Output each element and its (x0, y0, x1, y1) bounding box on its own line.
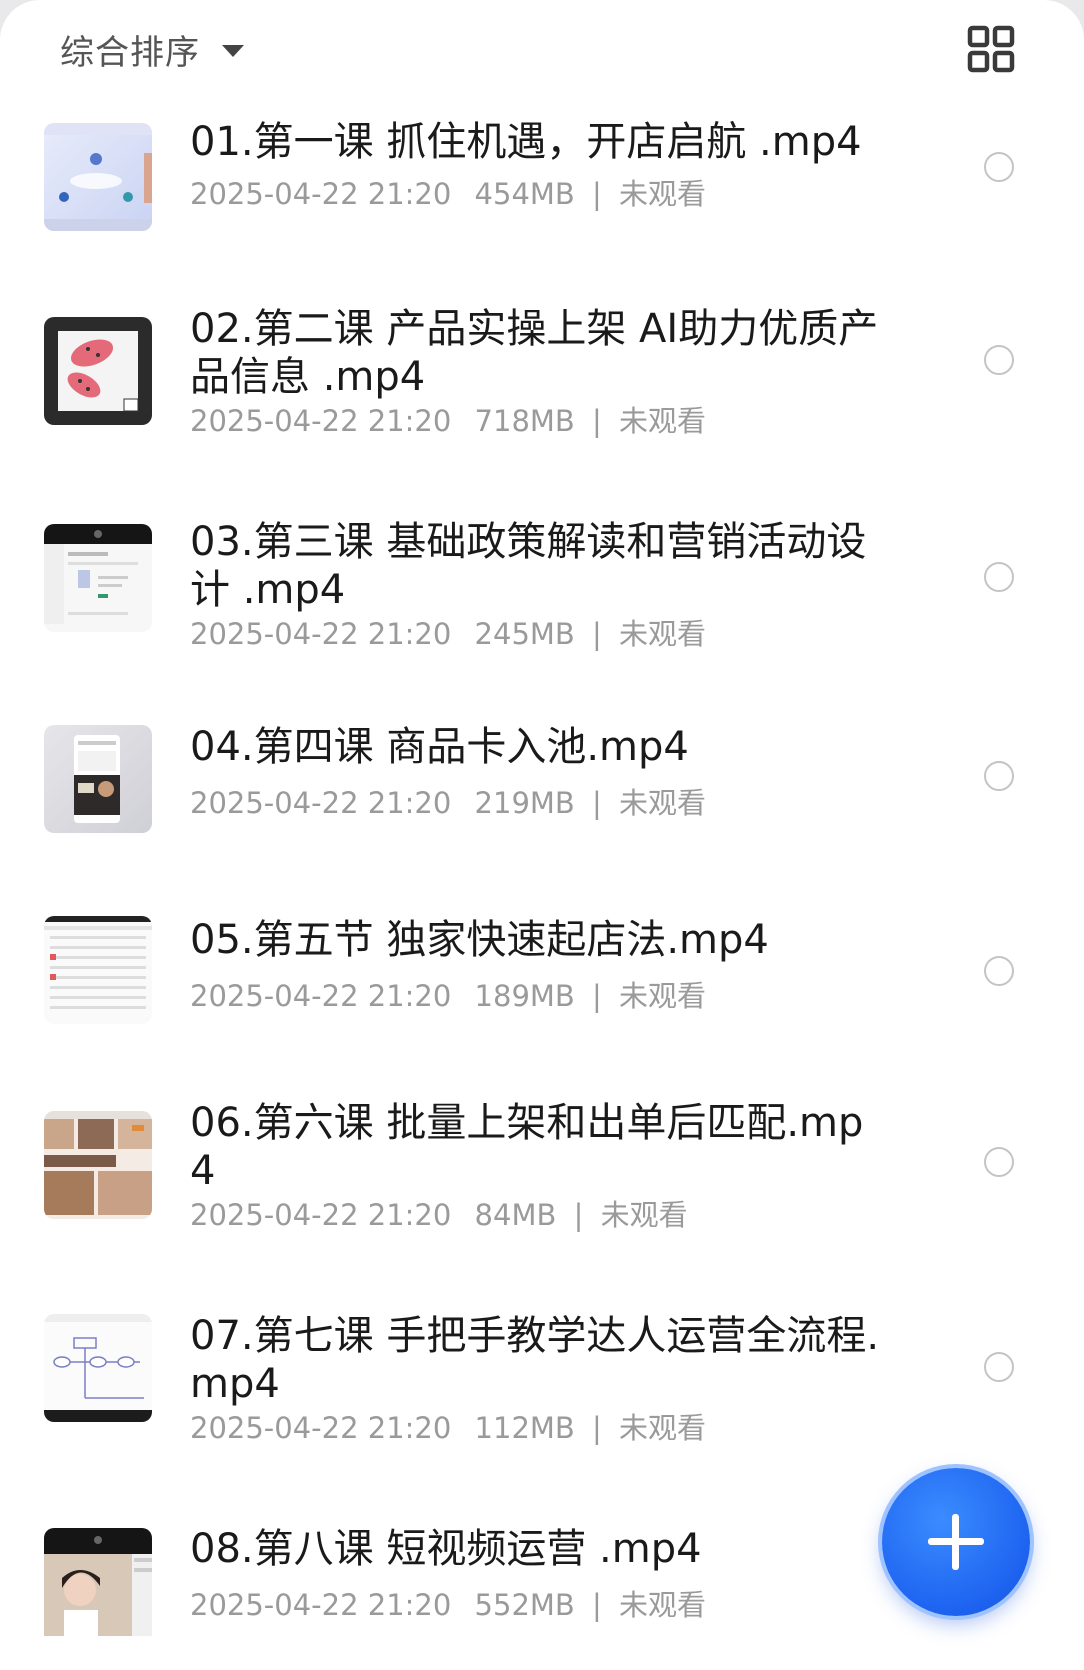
video-size: 454MB (474, 177, 575, 211)
video-title: 07.第七课 手把手教学达人运营全流程.mp4 (190, 1313, 880, 1407)
video-date: 2025-04-22 21:20 (190, 404, 452, 438)
meta-separator: | (592, 404, 602, 438)
meta-separator: | (592, 177, 602, 211)
video-size: 245MB (474, 617, 575, 651)
video-date: 2025-04-22 21:20 (190, 1588, 452, 1622)
video-meta: 2025-04-22 21:20 84MB | 未观看 (190, 1197, 688, 1233)
plus-icon (952, 1514, 959, 1570)
video-date: 2025-04-22 21:20 (190, 617, 452, 651)
video-title: 01.第一课 抓住机遇，开店启航 .mp4 (190, 119, 862, 165)
list-item[interactable]: 02.第二课 产品实操上架 AI助力优质产品信息 .mp4 2025-04-22… (0, 305, 1084, 518)
meta-separator: | (592, 1411, 602, 1445)
list-item[interactable]: 06.第六课 批量上架和出单后匹配.mp4 2025-04-22 21:20 8… (0, 1099, 1084, 1312)
video-meta: 2025-04-22 21:20 219MB | 未观看 (190, 785, 706, 821)
add-button[interactable] (882, 1468, 1030, 1616)
grid-view-icon[interactable] (966, 24, 1016, 74)
video-size: 112MB (474, 1411, 575, 1445)
video-size: 219MB (474, 786, 575, 820)
video-thumbnail (44, 916, 152, 1024)
video-list: 01.第一课 抓住机遇，开店启航 .mp4 2025-04-22 21:20 4… (0, 100, 1084, 1670)
video-meta: 2025-04-22 21:20 189MB | 未观看 (190, 978, 706, 1014)
list-header: 综合排序 (0, 0, 1084, 100)
video-status: 未观看 (619, 786, 707, 820)
select-radio[interactable] (984, 956, 1014, 986)
video-status: 未观看 (619, 177, 707, 211)
video-meta: 2025-04-22 21:20 112MB | 未观看 (190, 1410, 706, 1446)
video-status: 未观看 (619, 404, 707, 438)
sort-dropdown[interactable]: 综合排序 (60, 24, 244, 74)
video-title: 08.第八课 短视频运营 .mp4 (190, 1526, 702, 1572)
video-thumbnail (44, 317, 152, 425)
video-thumbnail (44, 1314, 152, 1422)
list-item[interactable]: 03.第三课 基础政策解读和营销活动设计 .mp4 2025-04-22 21:… (0, 518, 1084, 723)
list-item[interactable]: 05.第五节 独家快速起店法.mp4 2025-04-22 21:20 189M… (0, 916, 1084, 1099)
video-meta: 2025-04-22 21:20 718MB | 未观看 (190, 403, 706, 439)
select-radio[interactable] (984, 1147, 1014, 1177)
caret-down-icon (222, 45, 244, 57)
video-size: 189MB (474, 979, 575, 1013)
meta-separator: | (573, 1198, 584, 1232)
video-thumbnail (44, 524, 152, 632)
video-date: 2025-04-22 21:20 (190, 786, 452, 820)
video-date: 2025-04-22 21:20 (190, 177, 452, 211)
video-meta: 2025-04-22 21:20 552MB | 未观看 (190, 1587, 706, 1623)
video-date: 2025-04-22 21:20 (190, 1198, 452, 1232)
select-radio[interactable] (984, 761, 1014, 791)
meta-separator: | (592, 786, 602, 820)
video-thumbnail (44, 123, 152, 231)
video-title: 02.第二课 产品实操上架 AI助力优质产品信息 .mp4 (190, 306, 879, 400)
video-thumbnail (44, 725, 152, 833)
sort-label: 综合排序 (60, 32, 200, 73)
select-radio[interactable] (984, 152, 1014, 182)
meta-separator: | (592, 1588, 602, 1622)
video-status: 未观看 (619, 1588, 707, 1622)
select-radio[interactable] (984, 345, 1014, 375)
video-title: 03.第三课 基础政策解读和营销活动设计 .mp4 (190, 519, 867, 613)
video-status: 未观看 (600, 1198, 688, 1232)
video-thumbnail (44, 1111, 152, 1219)
video-date: 2025-04-22 21:20 (190, 1411, 452, 1445)
video-title: 04.第四课 商品卡入池.mp4 (190, 724, 689, 770)
video-date: 2025-04-22 21:20 (190, 979, 452, 1013)
file-list-panel: 综合排序 01.第一课 抓住机遇，开店启航 .mp4 2025-04-22 21… (0, 0, 1084, 1670)
video-status: 未观看 (619, 1411, 707, 1445)
select-radio[interactable] (984, 1352, 1014, 1382)
list-item[interactable]: 04.第四课 商品卡入池.mp4 2025-04-22 21:20 219MB … (0, 723, 1084, 916)
video-meta: 2025-04-22 21:20 454MB | 未观看 (190, 176, 706, 212)
video-title: 06.第六课 批量上架和出单后匹配.mp4 (190, 1100, 864, 1194)
list-item[interactable]: 01.第一课 抓住机遇，开店启航 .mp4 2025-04-22 21:20 4… (0, 100, 1084, 305)
video-title: 05.第五节 独家快速起店法.mp4 (190, 917, 769, 963)
meta-separator: | (592, 617, 602, 651)
video-size: 718MB (474, 404, 575, 438)
video-status: 未观看 (619, 617, 707, 651)
video-meta: 2025-04-22 21:20 245MB | 未观看 (190, 616, 706, 652)
video-thumbnail (44, 1528, 152, 1636)
meta-separator: | (592, 979, 602, 1013)
video-size: 552MB (474, 1588, 575, 1622)
select-radio[interactable] (984, 562, 1014, 592)
video-size: 84MB (474, 1198, 557, 1232)
video-status: 未观看 (619, 979, 707, 1013)
